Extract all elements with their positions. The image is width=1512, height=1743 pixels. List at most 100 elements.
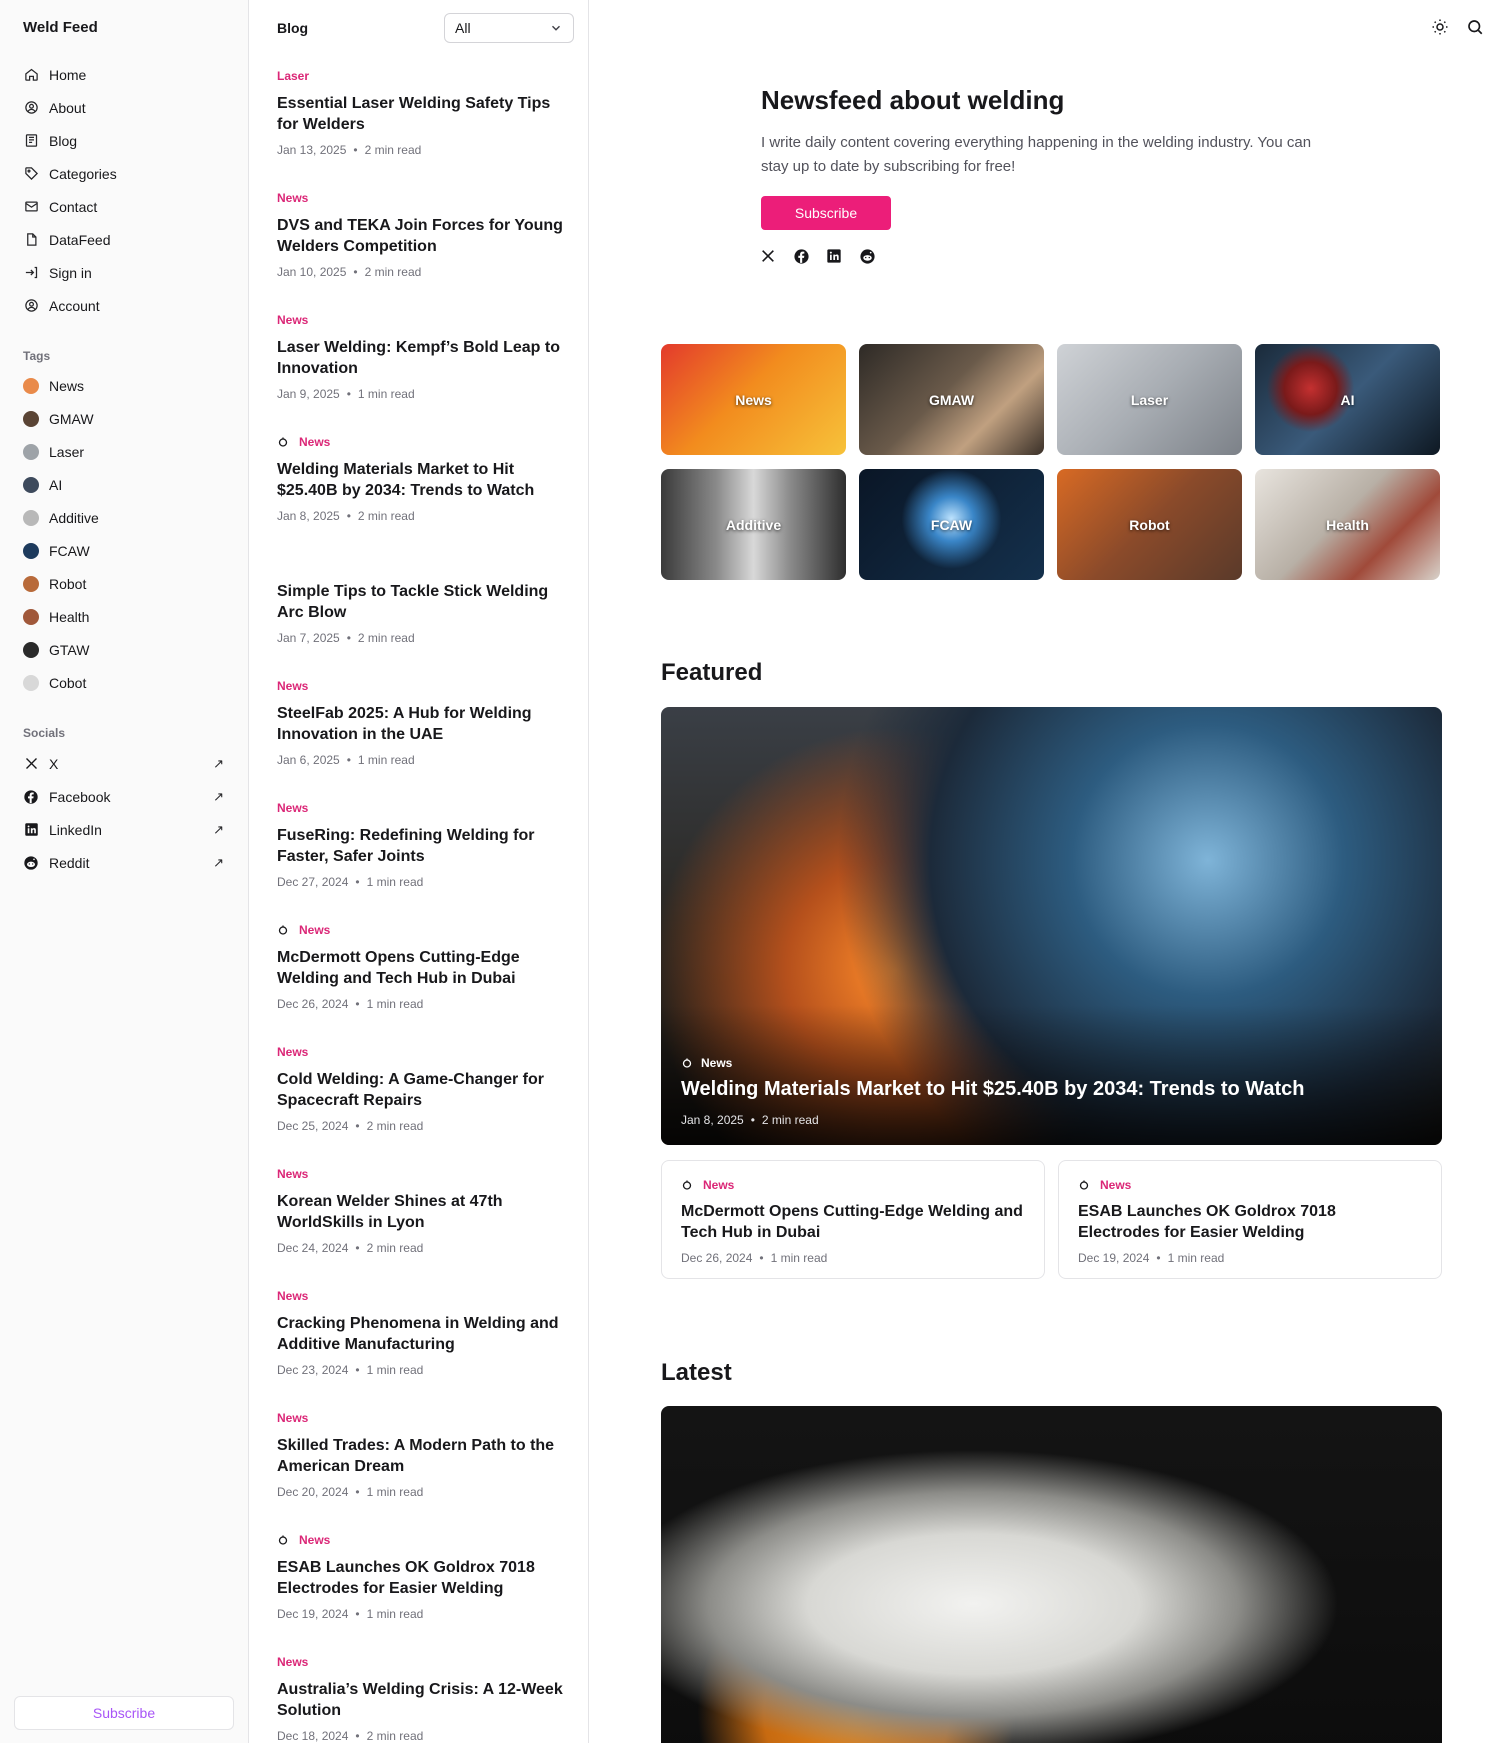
tag-label: Cobot [49, 674, 87, 691]
post-tag-label[interactable]: News [277, 679, 308, 693]
post-title[interactable]: Simple Tips to Tackle Stick Welding Arc … [277, 581, 567, 623]
tag-label: GMAW [49, 410, 94, 427]
post-title[interactable]: Korean Welder Shines at 47th WorldSkills… [277, 1191, 567, 1233]
tag-item-robot[interactable]: Robot [14, 567, 236, 600]
sidebar-subscribe-button[interactable]: Subscribe [14, 1696, 234, 1730]
post-list-item[interactable]: News ESAB Launches OK Goldrox 7018 Electr… [277, 1532, 567, 1621]
category-tile-robot[interactable]: Robot [1057, 469, 1242, 580]
linkedin-icon[interactable] [826, 248, 844, 266]
featured-tag: News [681, 1056, 732, 1070]
tag-avatar [23, 509, 39, 526]
post-tag-label[interactable]: News [299, 435, 330, 449]
post-date: Dec 23, 2024 [277, 1363, 349, 1377]
nav-item-contact[interactable]: Contact [14, 190, 236, 223]
post-list-item[interactable]: News Australia’s Welding Crisis: A 12-Wee… [277, 1654, 567, 1743]
post-list-item[interactable]: Simple Tips to Tackle Stick Welding Arc … [277, 556, 567, 645]
nav-item-datafeed[interactable]: DataFeed [14, 223, 236, 256]
tag-item-health[interactable]: Health [14, 600, 236, 633]
post-title[interactable]: Welding Materials Market to Hit $25.40B … [277, 459, 567, 501]
post-tag-label[interactable]: News [277, 1167, 308, 1181]
post-title[interactable]: Cracking Phenomena in Welding and Additi… [277, 1313, 567, 1355]
post-tag-label[interactable]: News [277, 313, 308, 327]
post-list-item[interactable]: News Korean Welder Shines at 47th WorldSk… [277, 1166, 567, 1255]
nav-item-home[interactable]: Home [14, 58, 236, 91]
category-tile-additive[interactable]: Additive [661, 469, 846, 580]
post-list-item[interactable]: Laser Essential Laser Welding Safety Tips… [277, 68, 567, 157]
category-tile-news[interactable]: News [661, 344, 846, 455]
social-link-facebook[interactable]: Facebook ↗ [14, 780, 236, 813]
featured-main-card[interactable]: News Welding Materials Market to Hit $25… [661, 707, 1442, 1145]
post-list-item[interactable]: News Cold Welding: A Game-Changer for Spa… [277, 1044, 567, 1133]
featured-title: Welding Materials Market to Hit $25.40B … [681, 1078, 1305, 1100]
nav-item-sign-in[interactable]: Sign in [14, 256, 236, 289]
post-meta: Jan 8, 2025 • 2 min read [277, 509, 415, 523]
latest-post-image[interactable] [661, 1406, 1442, 1743]
tag-item-news[interactable]: News [14, 369, 236, 402]
post-title[interactable]: Laser Welding: Kempf’s Bold Leap to Inno… [277, 337, 567, 379]
post-tag-label[interactable]: News [277, 1655, 308, 1669]
post-title[interactable]: FuseRing: Redefining Welding for Faster,… [277, 825, 567, 867]
category-tile-ai[interactable]: AI [1255, 344, 1440, 455]
tag-item-additive[interactable]: Additive [14, 501, 236, 534]
post-title[interactable]: ESAB Launches OK Goldrox 7018 Electrodes… [277, 1557, 567, 1599]
tag-item-laser[interactable]: Laser [14, 435, 236, 468]
facebook-icon[interactable] [793, 248, 811, 266]
hero-subscribe-button[interactable]: Subscribe [761, 196, 891, 230]
user-circle-icon [23, 100, 39, 116]
nav-label: Contact [49, 198, 98, 215]
post-tag-label[interactable]: Laser [277, 69, 309, 83]
post-title[interactable]: Skilled Trades: A Modern Path to the Ame… [277, 1435, 567, 1477]
post-list-item[interactable]: News McDermott Opens Cutting-Edge Welding… [277, 922, 567, 1011]
brand-logo[interactable]: Weld Feed [23, 19, 98, 36]
post-title[interactable]: DVS and TEKA Join Forces for Young Welde… [277, 215, 567, 257]
search-icon[interactable] [1466, 18, 1484, 36]
nav-item-about[interactable]: About [14, 91, 236, 124]
nav-item-categories[interactable]: Categories [14, 157, 236, 190]
post-tag-label[interactable]: News [277, 1411, 308, 1425]
tag-item-cobot[interactable]: Cobot [14, 666, 236, 699]
post-list-item[interactable]: News DVS and TEKA Join Forces for Young W… [277, 190, 567, 279]
post-title[interactable]: SteelFab 2025: A Hub for Welding Innovat… [277, 703, 567, 745]
tag-list: News GMAW Laser AI Additive FCAW Robot Health GT… [14, 369, 236, 699]
category-filter-select[interactable]: All [444, 13, 574, 43]
mail-icon [23, 199, 39, 215]
post-list-item[interactable]: News Welding Materials Market to Hit $25.… [277, 434, 567, 523]
nav-item-blog[interactable]: Blog [14, 124, 236, 157]
category-tile-health[interactable]: Health [1255, 469, 1440, 580]
featured-card[interactable]: News ESAB Launches OK Goldrox 7018 Elect… [1058, 1160, 1442, 1279]
tag-item-ai[interactable]: AI [14, 468, 236, 501]
post-tag-label[interactable]: News [277, 191, 308, 205]
post-title[interactable]: Essential Laser Welding Safety Tips for … [277, 93, 567, 135]
post-tag-label[interactable]: News [299, 1533, 330, 1547]
social-link-x[interactable]: X ↗ [14, 747, 236, 780]
category-tile-fcaw[interactable]: FCAW [859, 469, 1044, 580]
social-link-reddit[interactable]: Reddit ↗ [14, 846, 236, 879]
featured-meta: Jan 8, 2025 • 2 min read [681, 1113, 819, 1127]
post-tag-label[interactable]: News [299, 923, 330, 937]
post-list-item[interactable]: News FuseRing: Redefining Welding for Fas… [277, 800, 567, 889]
post-title[interactable]: Cold Welding: A Game-Changer for Spacecr… [277, 1069, 567, 1111]
tag-item-gtaw[interactable]: GTAW [14, 633, 236, 666]
read-time: 2 min read [364, 265, 422, 279]
theme-toggle-icon[interactable] [1431, 18, 1449, 36]
nav-item-account[interactable]: Account [14, 289, 236, 322]
post-list-item[interactable]: News Skilled Trades: A Modern Path to the… [277, 1410, 567, 1499]
post-tag-label[interactable]: News [277, 801, 308, 815]
social-link-linkedin[interactable]: LinkedIn ↗ [14, 813, 236, 846]
post-tag-label[interactable]: News [277, 1289, 308, 1303]
featured-card[interactable]: News McDermott Opens Cutting-Edge Weldin… [661, 1160, 1045, 1279]
post-list-item[interactable]: News Cracking Phenomena in Welding and Ad… [277, 1288, 567, 1377]
post-title[interactable]: Australia’s Welding Crisis: A 12-Week So… [277, 1679, 567, 1721]
tag-item-gmaw[interactable]: GMAW [14, 402, 236, 435]
post-tag-label[interactable]: News [277, 1045, 308, 1059]
category-tile-gmaw[interactable]: GMAW [859, 344, 1044, 455]
nav-label: Categories [49, 165, 117, 182]
category-tile-laser[interactable]: Laser [1057, 344, 1242, 455]
post-title[interactable]: McDermott Opens Cutting-Edge Welding and… [277, 947, 567, 989]
post-list-item[interactable]: News Laser Welding: Kempf’s Bold Leap to … [277, 312, 567, 401]
reddit-icon[interactable] [859, 248, 877, 266]
post-list-item[interactable]: News SteelFab 2025: A Hub for Welding Inn… [277, 678, 567, 767]
x-icon[interactable] [760, 248, 778, 266]
tag-item-fcaw[interactable]: FCAW [14, 534, 236, 567]
pin-icon [277, 1534, 289, 1546]
